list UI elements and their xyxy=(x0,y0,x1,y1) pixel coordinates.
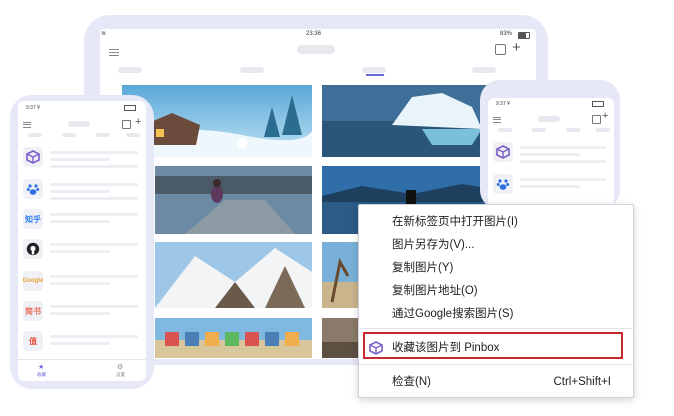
menu-open-image-new-tab[interactable]: 在新标签页中打开图片(I) xyxy=(359,211,633,233)
tab-pill[interactable] xyxy=(532,128,546,132)
menu-separator xyxy=(359,364,633,365)
menu-item-label: 通过Google搜索图片(S) xyxy=(392,308,514,320)
menu-separator xyxy=(359,328,633,329)
list-item-line xyxy=(520,185,580,188)
list-item-line xyxy=(50,342,110,345)
battery-icon xyxy=(592,101,604,107)
tab-pill[interactable] xyxy=(28,133,42,137)
pinbox-icon[interactable] xyxy=(493,142,513,162)
tab-pill[interactable] xyxy=(498,128,512,132)
baidu-paw-icon[interactable] xyxy=(23,179,43,199)
list-item-line xyxy=(50,250,110,253)
menu-item-label: 复制图片地址(O) xyxy=(392,285,478,297)
list-icon[interactable] xyxy=(23,120,31,129)
battery-icon xyxy=(124,105,136,111)
list-item-line xyxy=(50,243,138,246)
menu-item-label: 图片另存为(V)... xyxy=(392,239,475,251)
tab-pill[interactable] xyxy=(126,133,140,137)
tab-pill[interactable] xyxy=(96,133,110,137)
smzdm-logo[interactable]: 值 xyxy=(23,331,43,351)
phone-right-title-bar xyxy=(538,116,560,122)
phone-right-time: 9:37 ¥ xyxy=(496,101,510,107)
tablet-time: 23:36 xyxy=(306,31,322,37)
list-item-line xyxy=(50,158,110,161)
list-item-line xyxy=(50,183,138,186)
divider xyxy=(18,359,146,360)
list-item-line xyxy=(50,312,110,315)
wifi-icon: ≋ xyxy=(101,31,107,37)
pinbox-icon[interactable] xyxy=(23,147,43,167)
tab-pill[interactable] xyxy=(362,67,386,73)
menu-copy-image-address[interactable]: 复制图片地址(O) xyxy=(359,280,633,302)
menu-shortcut: Ctrl+Shift+I xyxy=(553,376,611,388)
list-item-line xyxy=(50,305,138,308)
list-item-line xyxy=(50,220,110,223)
menu-item-label: 检查(N) xyxy=(392,376,431,388)
edit-icon[interactable] xyxy=(495,44,506,55)
star-icon[interactable]: ★ xyxy=(38,363,44,371)
list-item-line xyxy=(50,151,138,154)
edit-icon[interactable] xyxy=(592,115,601,124)
tab-favorites-label[interactable]: 收藏 xyxy=(37,372,46,378)
photo-snowy-mountain[interactable] xyxy=(155,242,312,308)
context-menu: 在新标签页中打开图片(I) 图片另存为(V)... 复制图片(Y) 复制图片地址… xyxy=(358,204,634,398)
battery-icon xyxy=(518,32,530,39)
menu-inspect[interactable]: 检查(N) Ctrl+Shift+I xyxy=(359,371,633,393)
list-icon[interactable] xyxy=(109,47,119,58)
list-item-line xyxy=(50,165,138,168)
list-item-line xyxy=(50,197,138,200)
list-item-line xyxy=(520,146,606,149)
github-icon[interactable] xyxy=(23,239,43,259)
tab-settings-label[interactable]: 设置 xyxy=(116,372,125,378)
phone-left-screen: 9:37 ¥ + 知乎 Google 简书 值 ★ 收藏 ⚙ 设置 xyxy=(18,101,146,381)
tab-pill[interactable] xyxy=(62,133,76,137)
plus-icon[interactable]: + xyxy=(602,110,608,122)
list-item-line xyxy=(50,213,138,216)
list-item-line xyxy=(520,178,606,181)
tablet-battery: 83% xyxy=(500,31,513,37)
menu-save-image-as[interactable]: 图片另存为(V)... xyxy=(359,234,633,256)
list-item-line xyxy=(50,190,110,193)
tab-pill[interactable] xyxy=(596,128,610,132)
list-item-line xyxy=(50,275,138,278)
edit-icon[interactable] xyxy=(122,120,131,129)
zhihu-logo[interactable]: 知乎 xyxy=(23,209,43,229)
active-tab-indicator xyxy=(366,74,384,76)
tab-pill[interactable] xyxy=(472,67,496,73)
tab-pill[interactable] xyxy=(240,67,264,73)
phone-left-title-bar xyxy=(68,121,90,127)
menu-search-google[interactable]: 通过Google搜索图片(S) xyxy=(359,303,633,325)
plus-icon[interactable]: + xyxy=(135,116,141,128)
tablet-title-bar xyxy=(297,45,335,54)
plus-icon[interactable]: + xyxy=(512,40,521,55)
tab-pill[interactable] xyxy=(566,128,580,132)
phone-right-screen: 9:37 ¥ + xyxy=(488,98,614,210)
list-item-line xyxy=(50,282,110,285)
photo-driftwood[interactable] xyxy=(322,242,358,308)
gear-icon[interactable]: ⚙ xyxy=(117,363,123,371)
list-icon[interactable] xyxy=(493,115,501,124)
menu-item-label: 复制图片(Y) xyxy=(392,262,454,274)
list-item-line xyxy=(520,160,606,163)
menu-item-label: 在新标签页中打开图片(I) xyxy=(392,216,518,228)
baidu-paw-icon[interactable] xyxy=(493,174,513,194)
phone-left-time: 9:37 ¥ xyxy=(26,105,40,111)
photo-dock-person[interactable] xyxy=(155,166,312,234)
pinbox-highlight-box xyxy=(363,332,623,359)
tab-pill[interactable] xyxy=(118,67,142,73)
menu-copy-image[interactable]: 复制图片(Y) xyxy=(359,257,633,279)
photo-rocks[interactable] xyxy=(322,318,358,358)
jianshu-logo[interactable]: 简书 xyxy=(23,301,43,321)
list-item-line xyxy=(50,335,138,338)
google-logo[interactable]: Google xyxy=(23,271,43,291)
photo-beach-huts[interactable] xyxy=(155,318,312,358)
list-item-line xyxy=(520,153,580,156)
